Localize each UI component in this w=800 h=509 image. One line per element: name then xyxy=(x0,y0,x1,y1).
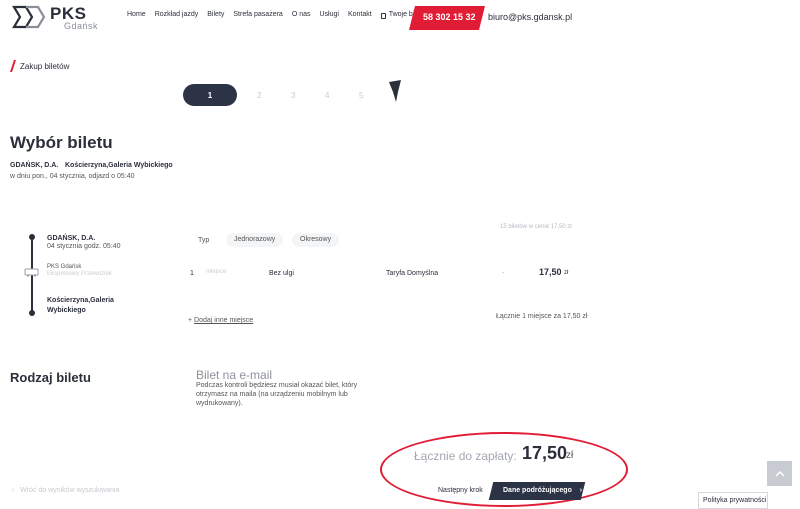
carrier-subtitle: Ekspresowy Przewoźnik xyxy=(47,271,112,277)
total-amount: 17,50 xyxy=(522,443,568,463)
bus-icon xyxy=(24,268,39,277)
nav-timetable[interactable]: Rozkład jazdy xyxy=(155,11,199,18)
add-seat-link[interactable]: + Dodaj inne miejsce xyxy=(188,317,253,324)
chevron-right-icon: › xyxy=(579,487,583,494)
carrier-name: PKS Gdańsk xyxy=(47,264,82,270)
nav-about[interactable]: O nas xyxy=(292,11,311,18)
nav-home[interactable]: Home xyxy=(127,11,146,18)
contact-email[interactable]: biuro@pks.gdansk.pl xyxy=(488,12,572,22)
discount-select[interactable]: Bez ulgi xyxy=(269,270,294,277)
pks-logo-icon xyxy=(12,5,46,29)
site-header: PKS Gdańsk Home Rozkład jazdy Bilety Str… xyxy=(0,0,800,36)
scroll-top-button[interactable] xyxy=(767,461,792,486)
row-separator: - xyxy=(502,270,505,277)
breadcrumb[interactable]: Zakup biletów xyxy=(20,62,69,71)
email-ticket-title[interactable]: Bilet na e-mail xyxy=(196,368,272,382)
step-2: 2 xyxy=(257,91,262,100)
nav-contact[interactable]: Kontakt xyxy=(348,11,372,18)
step-1-active[interactable]: 1 xyxy=(183,84,237,106)
next-step-label: Następny krok xyxy=(438,487,483,494)
add-seat-label: Dodaj inne miejsce xyxy=(194,317,254,324)
email-ticket-description: Podczas kontroli będziesz musiał okazać … xyxy=(196,382,358,407)
cursor-icon xyxy=(389,80,401,102)
seats-info: 15 biletów w cenie 17,50 zł xyxy=(500,224,572,230)
ticket-currency: zł xyxy=(564,270,569,276)
seats-total: Łącznie 1 miejsce za 17,50 zł xyxy=(496,313,588,320)
ticket-quantity[interactable]: 1 xyxy=(190,270,194,277)
back-to-results-link[interactable]: ‹ Wróć do wyników wyszukiwania xyxy=(12,487,119,494)
tariff-select[interactable]: Taryfa Domyślna xyxy=(386,270,438,277)
nav-passenger-zone[interactable]: Strefa pasażera xyxy=(233,11,282,18)
breadcrumb-accent xyxy=(10,60,16,72)
step-3: 3 xyxy=(291,91,296,100)
phone-number[interactable]: 58 302 15 32 xyxy=(423,12,476,22)
chevron-left-icon: ‹ xyxy=(12,487,15,494)
chevron-up-icon xyxy=(774,470,785,477)
main-nav: Home Rozkład jazdy Bilety Strefa pasażer… xyxy=(127,11,434,19)
ticket-price: 17,50 xyxy=(539,267,562,277)
privacy-policy-button[interactable]: Polityka prywatności xyxy=(698,492,768,509)
nav-tickets[interactable]: Bilety xyxy=(207,11,224,18)
seat-label: miejsce xyxy=(206,269,227,275)
type-single-option[interactable]: Jednorazowy xyxy=(226,233,284,247)
departure-stop: GDAŃSK, D.A. xyxy=(47,235,96,242)
pks-logo[interactable]: PKS Gdańsk xyxy=(12,4,98,31)
departure-time: 04 stycznia godz. 05:40 xyxy=(47,243,121,250)
lock-icon xyxy=(380,12,386,19)
ticket-kind-title: Rodzaj biletu xyxy=(10,370,91,385)
total-currency: zł xyxy=(566,450,574,461)
ticket-type-label: Typ xyxy=(198,237,210,244)
arrival-stop: Kościerzyna,Galeria Wybickiego xyxy=(47,297,114,314)
next-step-button-label[interactable]: Dane podróżującego › xyxy=(503,487,582,494)
step-5: 5 xyxy=(359,91,364,100)
route-origin: GDAŃSK, D.A. xyxy=(10,162,59,169)
route-destination: Kościerzyna,Galeria Wybickiego xyxy=(65,162,173,169)
page-title: Wybór biletu xyxy=(10,133,113,152)
total-label: Łącznie do zapłaty: xyxy=(414,449,517,463)
nav-services[interactable]: Usługi xyxy=(320,11,339,18)
type-periodic-option[interactable]: Okresowy xyxy=(292,233,340,247)
logo-subtext: Gdańsk xyxy=(64,21,99,31)
route-date: w dniu pon., 04 stycznia, odjazd o 05:40 xyxy=(10,173,135,180)
step-4: 4 xyxy=(325,91,330,100)
add-seat-plus: + xyxy=(188,317,193,324)
timeline-end-dot xyxy=(29,310,35,316)
timeline-start-dot xyxy=(29,234,35,240)
